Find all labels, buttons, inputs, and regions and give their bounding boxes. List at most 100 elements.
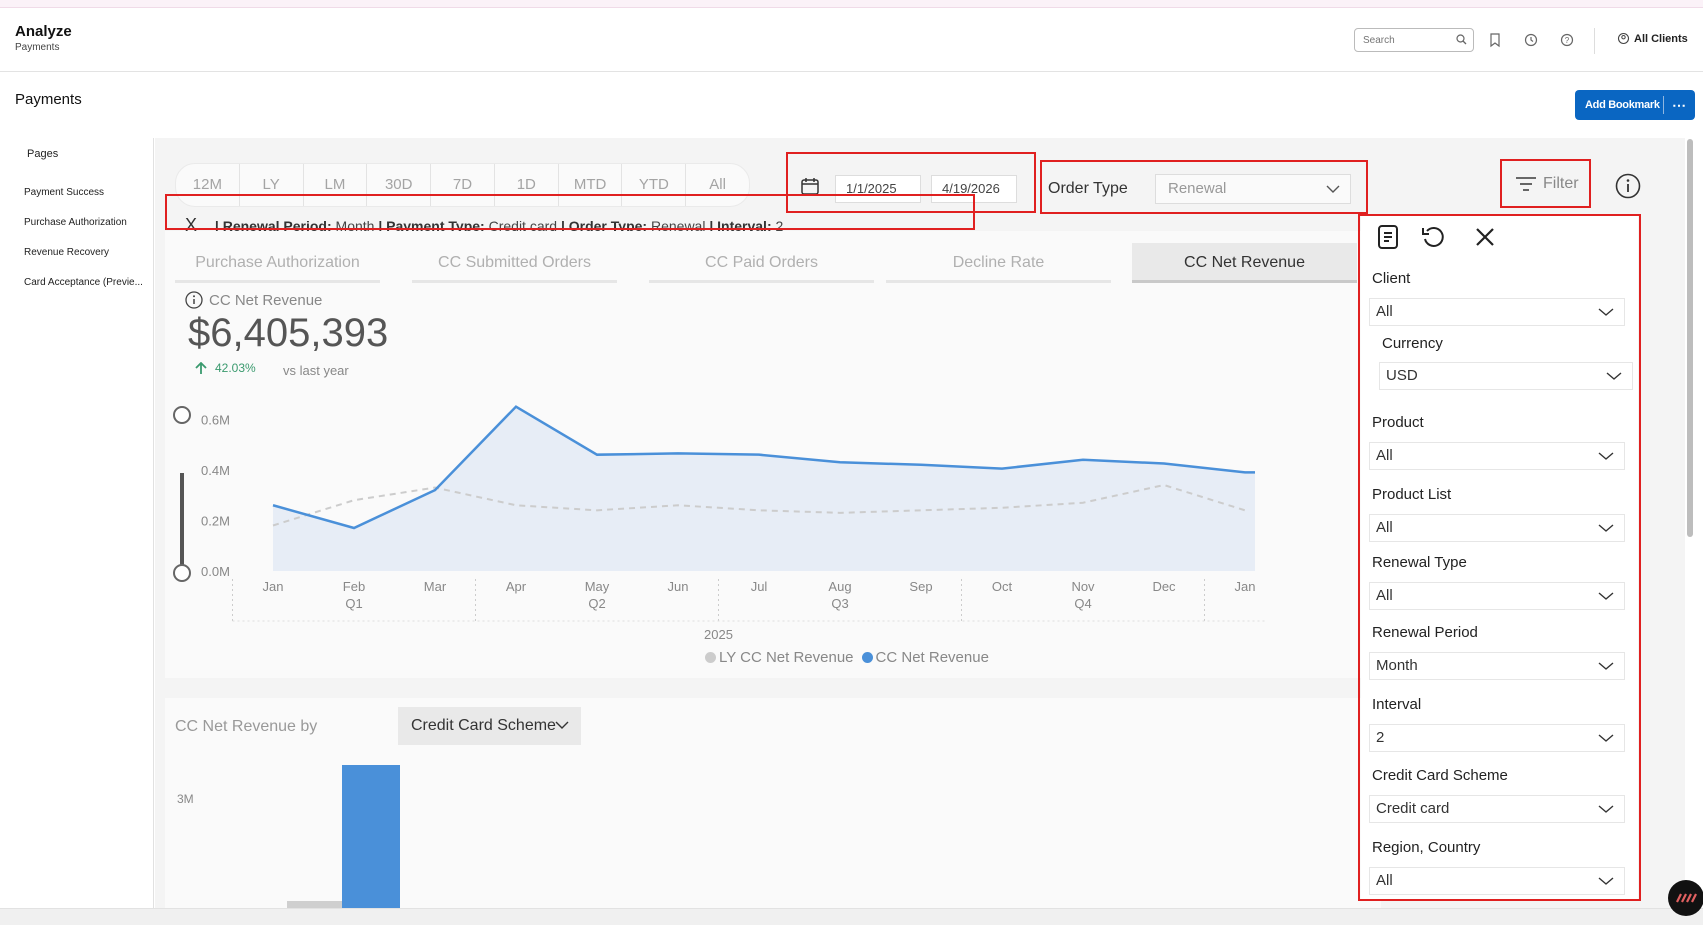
legend-label-current: CC Net Revenue	[875, 649, 989, 666]
filter-select-renewal-period[interactable]: Month	[1369, 652, 1625, 680]
x-quarter-label: Q4	[1074, 596, 1091, 611]
all-clients-button[interactable]: All Clients	[1617, 32, 1688, 45]
filter-select-interval[interactable]: 2	[1369, 724, 1625, 752]
range-mtd[interactable]: MTD	[559, 164, 623, 206]
range-ytd[interactable]: YTD	[622, 164, 687, 206]
filter-label-currency: Currency	[1382, 335, 1443, 352]
filter-label-product-list: Product List	[1372, 486, 1452, 503]
search-box[interactable]	[1354, 28, 1474, 52]
breakdown-title: CC Net Revenue by	[175, 718, 318, 735]
chevron-down-icon	[1598, 592, 1614, 600]
report-icon[interactable]	[1376, 224, 1400, 250]
filter-select-currency[interactable]: USD	[1379, 362, 1633, 390]
kpi-label: CC Net Revenue	[185, 291, 322, 309]
filter-select-credit-card-scheme[interactable]: Credit card	[1369, 795, 1625, 823]
chevron-down-icon	[1598, 805, 1614, 813]
range-lm[interactable]: LM	[304, 164, 368, 206]
sidebar-title: Pages	[27, 148, 59, 160]
x-tick-label: Jul	[751, 579, 768, 594]
filter-value-renewal-type: All	[1376, 587, 1393, 604]
filter-select-client[interactable]: All	[1369, 298, 1625, 326]
x-quarter-label: Q2	[588, 596, 605, 611]
add-bookmark-button[interactable]: Add Bookmark ⋯	[1575, 90, 1695, 120]
range-30d[interactable]: 30D	[367, 164, 432, 206]
range-slider-handle-bottom[interactable]	[173, 564, 191, 582]
legend-label-ly: LY CC Net Revenue	[719, 649, 854, 666]
start-date-input[interactable]: 1/1/2025	[835, 175, 921, 203]
tab-purchase-authorization[interactable]: Purchase Authorization	[175, 243, 380, 283]
filter-label-renewal-period: Renewal Period	[1372, 624, 1478, 641]
search-icon	[1456, 34, 1467, 45]
more-options-button[interactable]: ⋯	[1664, 97, 1694, 114]
y-tick-label: 0.6M	[201, 412, 230, 427]
x-quarter-label: Q3	[831, 596, 848, 611]
legend-item-current[interactable]: CC Net Revenue	[861, 649, 989, 666]
chevron-down-icon	[1598, 308, 1614, 316]
search-input[interactable]	[1363, 32, 1451, 48]
app-subtitle: Payments	[15, 42, 60, 53]
assistant-launcher-button[interactable]	[1668, 880, 1703, 916]
range-all[interactable]: All	[686, 164, 749, 206]
history-icon[interactable]	[1523, 32, 1539, 48]
range-12m[interactable]: 12M	[176, 164, 240, 206]
page-scrollbar[interactable]	[1687, 139, 1693, 537]
kpi-comparison-label: vs last year	[283, 363, 349, 378]
tab-cc-submitted-orders[interactable]: CC Submitted Orders	[412, 243, 617, 283]
app-header: Analyze Payments ? All Clients	[0, 8, 1703, 72]
filter-select-renewal-type[interactable]: All	[1369, 582, 1625, 610]
end-date-input[interactable]: 4/19/2026	[931, 175, 1017, 203]
range-slider-handle-top[interactable]	[173, 406, 191, 424]
chart-legend: LY CC Net Revenue CC Net Revenue	[705, 649, 989, 666]
chevron-down-icon	[555, 721, 569, 729]
info-icon[interactable]	[1615, 173, 1641, 199]
order-type-label: Order Type	[1048, 180, 1128, 197]
header-divider	[1594, 28, 1595, 54]
page-title: Payments	[15, 91, 82, 108]
filter-icon	[1516, 177, 1536, 191]
filter-label-region-country: Region, Country	[1372, 839, 1481, 856]
x-axis-label: 2025	[704, 627, 733, 641]
filter-panel: Client All Currency USD Product All Prod…	[1361, 216, 1638, 900]
x-tick-label: Apr	[506, 579, 527, 594]
breakdown-dimension-select[interactable]: Credit Card Scheme	[398, 707, 581, 745]
tab-cc-net-revenue[interactable]: CC Net Revenue	[1132, 243, 1357, 283]
y-tick-label: 0.2M	[201, 513, 230, 528]
y-tick-label: 0.0M	[201, 564, 230, 579]
legend-item-ly[interactable]: LY CC Net Revenue	[705, 649, 854, 666]
x-tick-label: Feb	[343, 579, 365, 594]
sidebar-item-revenue-recovery[interactable]: Revenue Recovery	[24, 247, 150, 258]
x-tick-label: Jan	[263, 579, 284, 594]
help-icon[interactable]: ?	[1559, 32, 1575, 48]
range-1d[interactable]: 1D	[495, 164, 559, 206]
kpi-delta: 42.03%	[195, 361, 256, 375]
filter-button[interactable]: Filter	[1515, 175, 1579, 193]
chevron-down-icon	[1598, 734, 1614, 742]
filter-value-client: All	[1376, 303, 1393, 320]
range-7d[interactable]: 7D	[431, 164, 495, 206]
tab-cc-paid-orders[interactable]: CC Paid Orders	[649, 243, 874, 283]
bookmark-icon[interactable]	[1487, 32, 1503, 48]
x-tick-label: Mar	[424, 579, 447, 594]
metric-tabs: Purchase Authorization CC Submitted Orde…	[175, 243, 1357, 283]
kpi-value: $6,405,393	[188, 311, 389, 355]
reset-icon[interactable]	[1420, 224, 1448, 250]
order-type-select[interactable]: Renewal	[1155, 174, 1351, 204]
breakdown-ytick: 3M	[177, 792, 194, 806]
sidebar-item-purchase-authorization[interactable]: Purchase Authorization	[24, 217, 150, 228]
info-icon[interactable]	[185, 291, 203, 309]
filter-value-currency: USD	[1386, 367, 1418, 384]
filter-select-product-list[interactable]: All	[1369, 514, 1625, 542]
close-icon[interactable]	[1474, 226, 1496, 248]
sidebar-item-card-acceptance[interactable]: Card Acceptance (Previe...	[24, 277, 150, 288]
x-tick-label: May	[585, 579, 610, 594]
range-ly[interactable]: LY	[240, 164, 304, 206]
filter-select-product[interactable]: All	[1369, 442, 1625, 470]
sidebar-item-payment-success[interactable]: Payment Success	[24, 187, 150, 198]
chevron-down-icon	[1598, 877, 1614, 885]
tab-decline-rate[interactable]: Decline Rate	[886, 243, 1111, 283]
calendar-icon[interactable]	[800, 176, 820, 196]
revenue-line-chart: 0.0M 0.2M 0.4M 0.6M Jan Feb Q1 Mar Apr May Q2 Jun Ju…	[173, 405, 1265, 641]
filter-select-region-country[interactable]: All	[1369, 867, 1625, 895]
all-clients-label: All Clients	[1634, 32, 1688, 45]
chevron-down-icon	[1326, 185, 1340, 193]
